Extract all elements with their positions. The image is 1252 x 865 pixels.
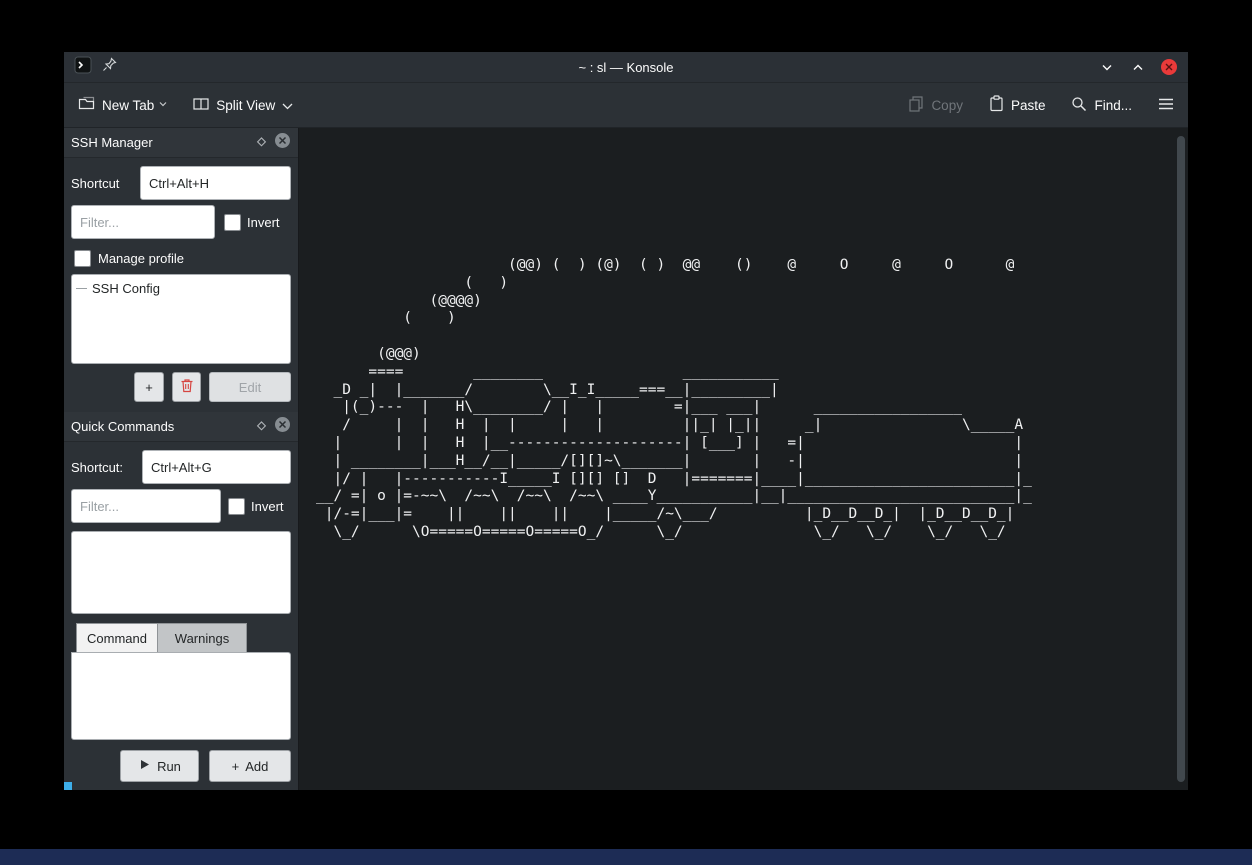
pin-icon[interactable] xyxy=(102,57,117,77)
hamburger-menu-button[interactable] xyxy=(1158,98,1174,113)
run-icon xyxy=(138,758,151,774)
ssh-shortcut-label: Shortcut xyxy=(71,176,119,191)
tree-branch-icon xyxy=(76,288,87,289)
new-tab-icon xyxy=(78,96,95,114)
maximize-button[interactable] xyxy=(1129,58,1147,76)
qc-run-button[interactable]: Run xyxy=(120,750,199,782)
ssh-invert-label: Invert xyxy=(247,215,280,230)
float-panel-icon[interactable] xyxy=(256,134,267,152)
window-title: ~ : sl — Konsole xyxy=(64,60,1188,75)
close-panel-icon[interactable] xyxy=(274,416,291,438)
qc-tab-bar: Command Warnings xyxy=(76,623,247,652)
plus-icon: + xyxy=(145,380,153,395)
desktop-background: ~ : sl — Konsole New T xyxy=(0,0,1252,865)
add-button-label: Add xyxy=(245,759,268,774)
minimize-button[interactable] xyxy=(1098,58,1116,76)
terminal-view[interactable]: (@@) ( ) (@) ( ) @@ () @ O @ O @ ( ) (@@… xyxy=(298,128,1188,790)
new-tab-dropdown-icon xyxy=(159,95,167,110)
ssh-shortcut-input[interactable] xyxy=(140,166,291,200)
paste-button[interactable]: Paste xyxy=(989,95,1046,115)
qc-shortcut-input[interactable] xyxy=(142,450,291,484)
split-view-button[interactable]: Split View xyxy=(193,97,293,114)
ssh-filter-input[interactable] xyxy=(71,205,215,239)
copy-button[interactable]: Copy xyxy=(909,96,963,115)
run-button-label: Run xyxy=(157,759,181,774)
sidebar: SSH Manager Shortcut xyxy=(64,128,298,790)
quick-commands-title: Quick Commands xyxy=(71,419,256,434)
tab-warnings[interactable]: Warnings xyxy=(158,623,247,652)
ssh-add-button[interactable]: + xyxy=(134,372,164,402)
ssh-invert-checkbox[interactable] xyxy=(224,214,241,231)
terminal-output-sl-train: (@@) ( ) (@) ( ) @@ () @ O @ O @ ( ) (@@… xyxy=(316,257,1032,542)
qc-invert-label: Invert xyxy=(251,499,284,514)
ssh-edit-button[interactable]: Edit xyxy=(209,372,291,402)
paste-label: Paste xyxy=(1011,98,1046,113)
copy-label: Copy xyxy=(931,98,963,113)
ssh-delete-button[interactable] xyxy=(172,372,201,402)
focus-accent-corner xyxy=(64,782,72,790)
ssh-manager-title: SSH Manager xyxy=(71,135,256,150)
find-label: Find... xyxy=(1094,98,1132,113)
float-panel-icon[interactable] xyxy=(256,418,267,436)
split-view-label: Split View xyxy=(216,98,275,113)
trash-icon xyxy=(180,378,194,396)
find-button[interactable]: Find... xyxy=(1071,96,1132,115)
titlebar[interactable]: ~ : sl — Konsole xyxy=(64,52,1188,83)
chevron-down-icon xyxy=(282,98,293,113)
new-tab-button[interactable]: New Tab xyxy=(78,95,167,116)
edit-button-label: Edit xyxy=(239,380,261,395)
new-tab-label: New Tab xyxy=(102,98,154,113)
quick-commands-panel-header: Quick Commands xyxy=(64,412,298,442)
copy-icon xyxy=(909,96,924,115)
close-panel-icon[interactable] xyxy=(274,132,291,154)
terminal-scrollbar[interactable] xyxy=(1177,136,1185,782)
manage-profile-checkbox[interactable] xyxy=(74,250,91,267)
qc-command-list[interactable] xyxy=(71,531,291,614)
tab-command[interactable]: Command xyxy=(76,623,158,652)
main-toolbar: New Tab Split View xyxy=(64,83,1188,128)
tree-item-label: SSH Config xyxy=(92,281,160,296)
ssh-config-tree[interactable]: SSH Config xyxy=(71,274,291,364)
qc-filter-input[interactable] xyxy=(71,489,221,523)
close-button[interactable] xyxy=(1160,58,1178,76)
ssh-manager-panel-header: SSH Manager xyxy=(64,128,298,158)
qc-invert-checkbox[interactable] xyxy=(228,498,245,515)
hamburger-icon xyxy=(1158,98,1174,113)
qc-shortcut-label: Shortcut: xyxy=(71,460,123,475)
tree-item-ssh-config[interactable]: SSH Config xyxy=(72,275,290,296)
manage-profile-label: Manage profile xyxy=(98,251,184,266)
konsole-app-icon xyxy=(74,56,92,79)
plus-icon: + xyxy=(232,759,240,774)
qc-add-button[interactable]: + Add xyxy=(209,750,291,782)
tab-command-label: Command xyxy=(87,631,147,646)
window-content: SSH Manager Shortcut xyxy=(64,128,1188,790)
tab-warnings-label: Warnings xyxy=(175,631,229,646)
konsole-window: ~ : sl — Konsole New T xyxy=(64,52,1188,790)
split-view-icon xyxy=(193,97,209,114)
desktop-panel-strip xyxy=(0,849,1252,865)
search-icon xyxy=(1071,96,1087,115)
qc-command-editor[interactable] xyxy=(71,652,291,740)
paste-icon xyxy=(989,95,1004,115)
